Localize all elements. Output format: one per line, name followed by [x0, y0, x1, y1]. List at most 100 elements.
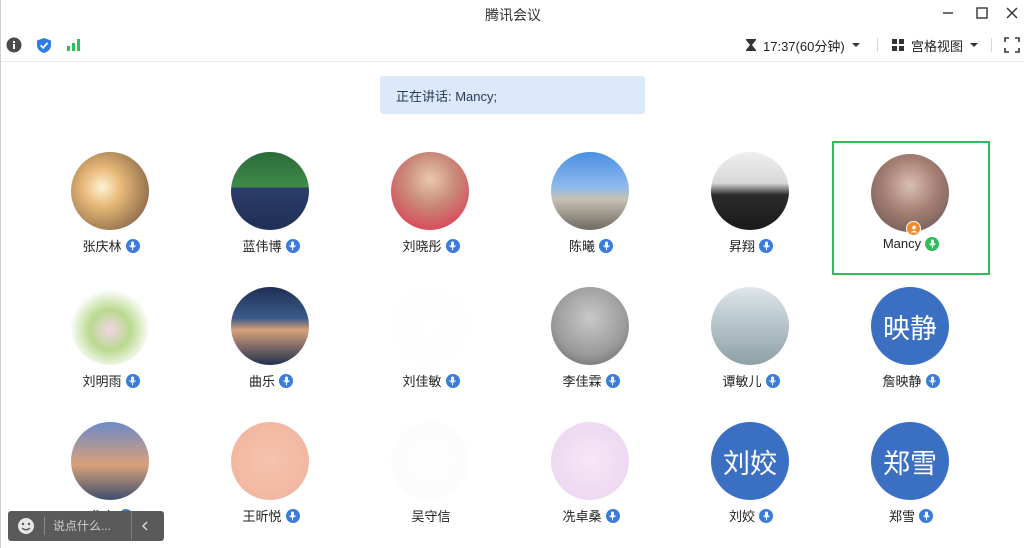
avatar: 郑雪	[871, 422, 949, 500]
avatar-initials: 郑雪	[883, 448, 937, 480]
participant-name-row: 张庆林	[32, 236, 190, 255]
toolbar-divider	[991, 38, 992, 52]
participant-name-row: 冼卓桑	[512, 506, 670, 525]
network-signal-indicator[interactable]	[65, 36, 83, 54]
avatar	[231, 287, 309, 365]
meeting-toolbar: 17:37(60分钟) 宫格视图	[1, 28, 1024, 62]
security-button[interactable]	[35, 36, 53, 54]
participant-tile[interactable]: 陈曦	[512, 141, 670, 275]
participant-tile[interactable]: Mancy	[832, 141, 990, 275]
participant-name: 冼卓桑	[562, 509, 602, 524]
participant-name: Mancy	[882, 236, 922, 251]
avatar	[711, 287, 789, 365]
participant-tile[interactable]: 李佳霖	[512, 276, 670, 410]
participant-tile[interactable]: 刘佳敏	[352, 276, 510, 410]
participant-tile[interactable]: 映静 詹映静	[832, 276, 990, 410]
active-speaker-text: 正在讲话: Mancy;	[396, 88, 498, 104]
emoji-button[interactable]	[8, 517, 44, 535]
participant-name-row: 刘佳敏	[352, 371, 510, 390]
participant-name-row: Mancy	[834, 236, 988, 251]
mic-icon	[285, 238, 300, 253]
title-bar: 腾讯会议	[1, 0, 1024, 28]
participant-name: 李佳霖	[562, 374, 602, 389]
participant-tile[interactable]: 张庆林	[32, 141, 190, 275]
avatar	[871, 154, 949, 232]
mic-icon	[279, 373, 293, 388]
participant-name: 张庆林	[82, 239, 122, 254]
mic-icon	[605, 373, 620, 388]
maximize-icon	[976, 7, 988, 19]
participant-tile[interactable]: 昇翔	[672, 141, 830, 275]
mic-icon	[445, 238, 460, 253]
mic-icon	[759, 508, 773, 523]
participant-name-row: 昇翔	[672, 236, 830, 255]
minimize-icon	[943, 12, 953, 14]
participant-name: 吴守信	[411, 509, 451, 524]
participant-tile[interactable]: 郑雪 郑雪	[832, 411, 990, 545]
participant-name: 詹映静	[882, 374, 922, 389]
avatar	[231, 422, 309, 500]
grid-view-dropdown[interactable]: 宫格视图	[891, 36, 979, 54]
participant-tile[interactable]: 王昕悦	[192, 411, 350, 545]
participant-name-row: 刘晓彤	[352, 236, 510, 255]
meeting-info-button[interactable]	[5, 36, 23, 54]
fullscreen-icon	[1004, 37, 1020, 53]
chevron-left-icon	[141, 521, 147, 531]
participant-name: 郑雪	[888, 509, 915, 524]
host-badge-icon	[906, 221, 921, 236]
participant-name: 刘姣	[728, 509, 755, 524]
shield-icon	[37, 37, 51, 53]
avatar	[71, 287, 149, 365]
close-button[interactable]	[997, 2, 1024, 24]
participant-tile[interactable]: 刘明雨	[32, 276, 190, 410]
timer-text: 17:37(60分钟)	[763, 38, 845, 54]
mic-icon	[125, 373, 140, 388]
chevron-down-icon	[851, 43, 860, 47]
participant-name: 刘晓彤	[402, 239, 442, 254]
mic-icon	[445, 373, 460, 388]
avatar	[711, 152, 789, 230]
meeting-timer[interactable]: 17:37(60分钟)	[745, 36, 861, 54]
mic-icon	[125, 238, 140, 253]
participant-name: 刘佳敏	[402, 374, 442, 389]
mic-icon	[765, 373, 780, 388]
emoji-icon	[18, 518, 34, 534]
avatar: 刘姣	[711, 422, 789, 500]
chat-bar	[8, 511, 164, 541]
participant-name-row: 蓝伟博	[192, 236, 350, 255]
avatar	[71, 152, 149, 230]
collapse-chat-button[interactable]	[131, 511, 157, 541]
participant-tile[interactable]: 刘晓彤	[352, 141, 510, 275]
participant-name: 陈曦	[568, 239, 595, 254]
avatar: 映静	[871, 287, 949, 365]
chat-input[interactable]	[45, 513, 131, 539]
participant-name-row: 李佳霖	[512, 371, 670, 390]
participant-name-row: 谭敏儿	[672, 371, 830, 390]
participant-name: 王昕悦	[242, 509, 282, 524]
info-icon	[6, 37, 22, 53]
participant-tile[interactable]: 曲乐	[192, 276, 350, 410]
participant-name: 谭敏儿	[722, 374, 762, 389]
hourglass-icon	[746, 39, 756, 51]
participant-tile[interactable]: 吴守信	[352, 411, 510, 545]
participant-name-row: 詹映静	[832, 371, 990, 390]
window-title: 腾讯会议	[485, 7, 541, 23]
avatar	[551, 152, 629, 230]
avatar	[71, 422, 149, 500]
minimize-button[interactable]	[933, 2, 963, 24]
close-icon	[1006, 7, 1018, 19]
maximize-button[interactable]	[967, 2, 997, 24]
signal-icon	[67, 39, 80, 51]
participant-tile[interactable]: 冼卓桑	[512, 411, 670, 545]
participant-name: 曲乐	[248, 374, 275, 389]
participant-tile[interactable]: 刘姣 刘姣	[672, 411, 830, 545]
avatar	[391, 152, 469, 230]
participant-tile[interactable]: 蓝伟博	[192, 141, 350, 275]
mic-icon	[599, 238, 613, 253]
participant-name: 昇翔	[728, 239, 755, 254]
avatar-initials: 映静	[883, 313, 937, 345]
participant-name-row: 郑雪	[832, 506, 990, 525]
participant-tile[interactable]: 谭敏儿	[672, 276, 830, 410]
avatar	[231, 152, 309, 230]
fullscreen-button[interactable]	[1003, 36, 1021, 54]
